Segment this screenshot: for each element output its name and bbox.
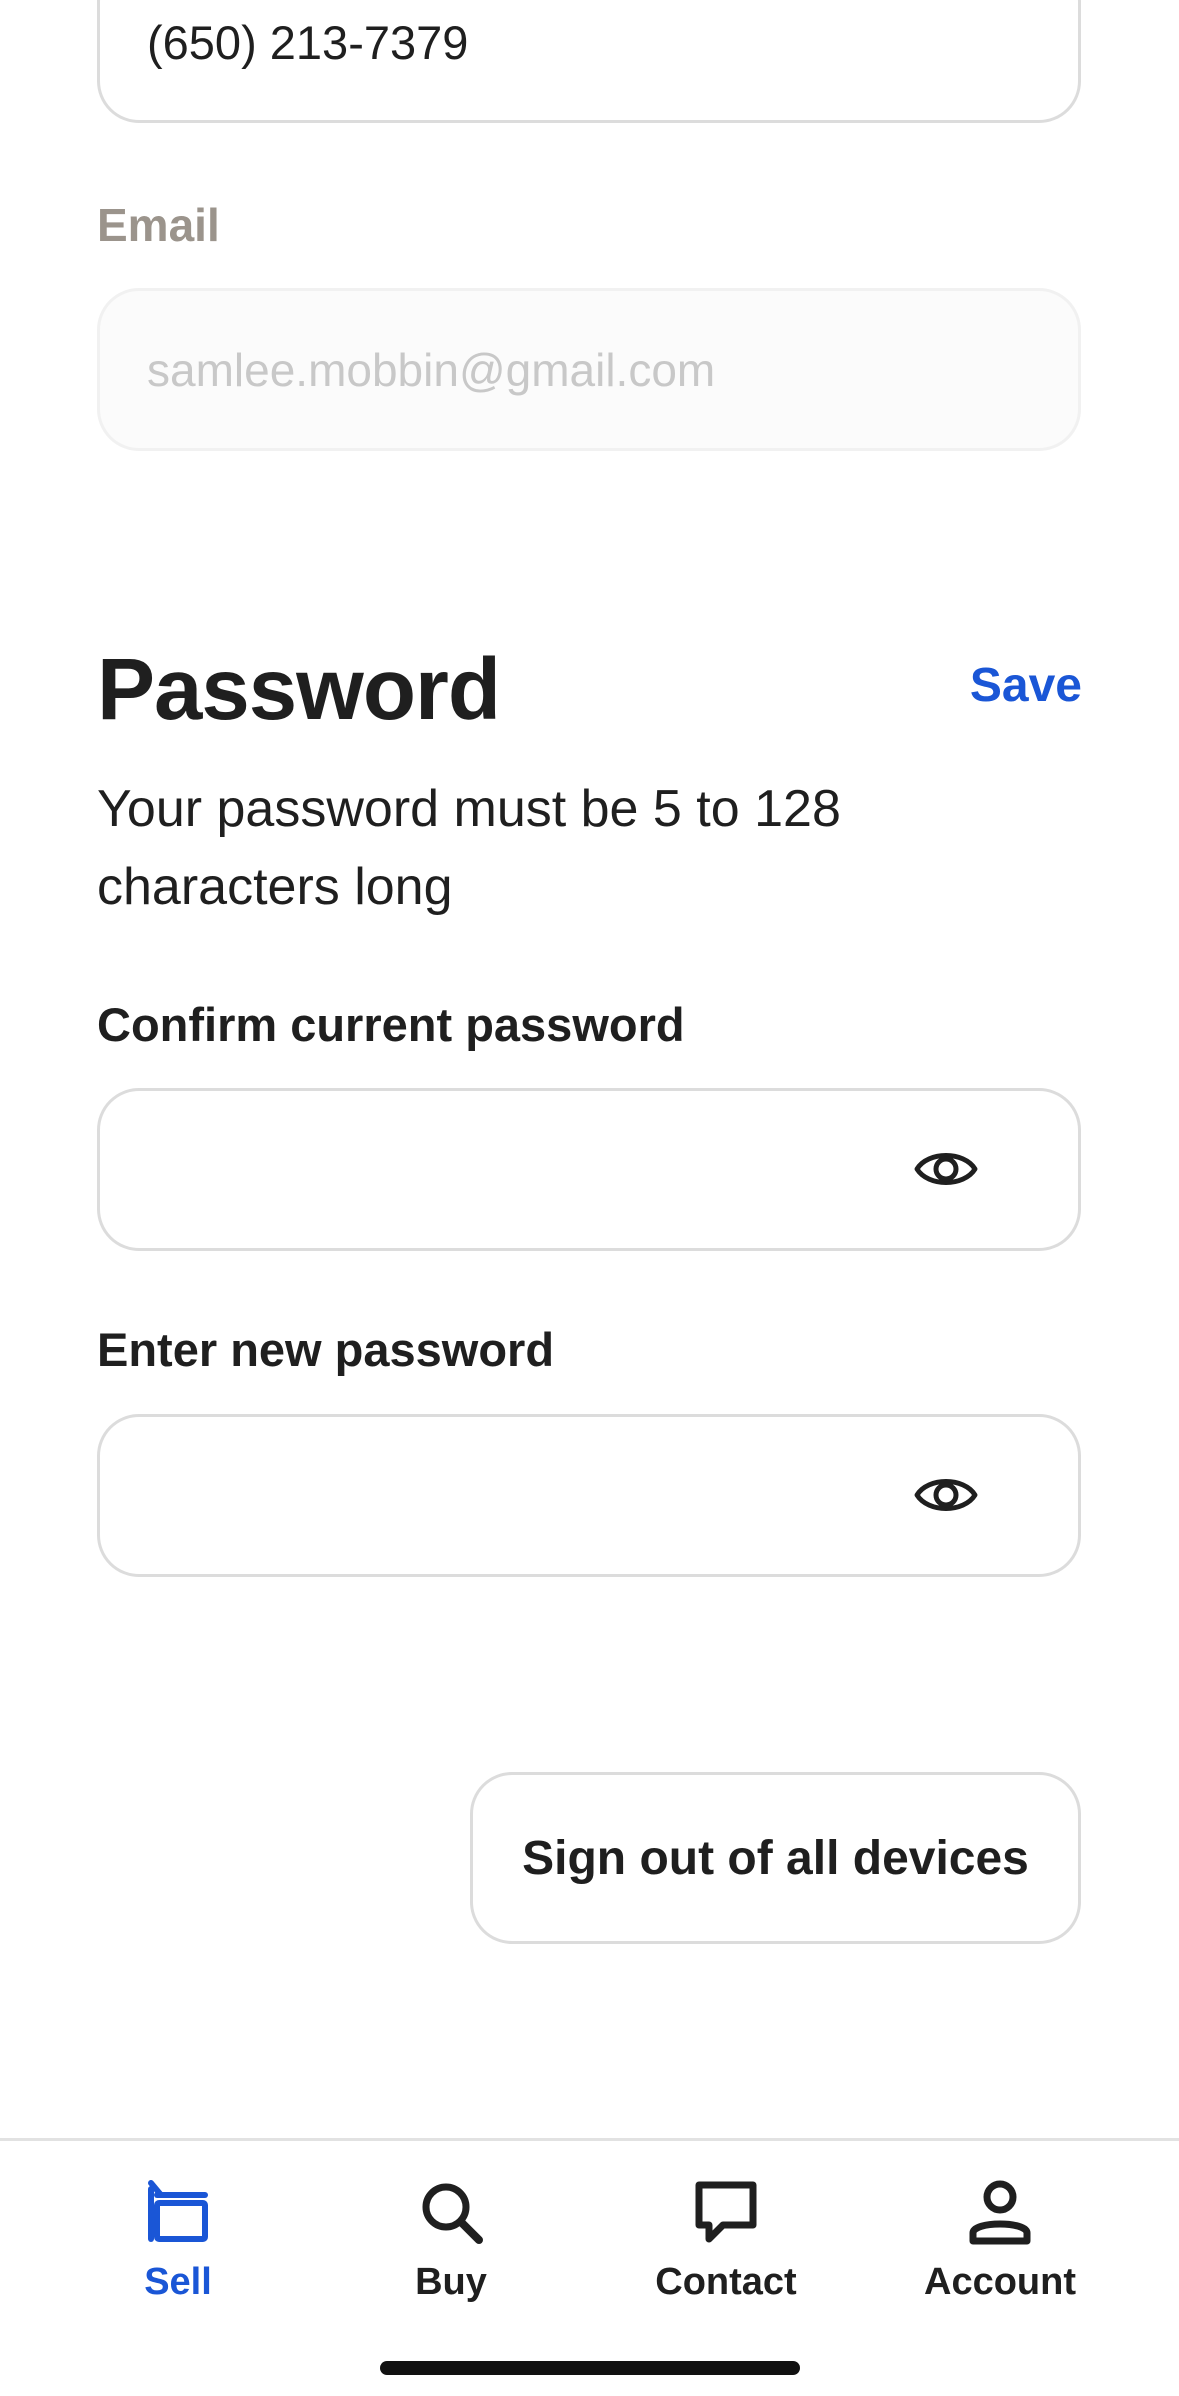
sell-icon: [148, 2180, 208, 2242]
email-field[interactable]: [97, 288, 1081, 451]
chat-bubble-icon: [695, 2181, 757, 2243]
email-label: Email: [97, 199, 220, 251]
confirm-password-label: Confirm current password: [97, 998, 685, 1051]
new-password-field[interactable]: [97, 1414, 1081, 1577]
tab-account[interactable]: Account: [900, 2141, 1100, 2341]
eye-icon[interactable]: [914, 1467, 978, 1523]
new-password-input[interactable]: [147, 1417, 927, 1574]
confirm-password-field[interactable]: [97, 1088, 1081, 1251]
eye-icon[interactable]: [914, 1141, 978, 1197]
password-hint: Your password must be 5 to 128 character…: [97, 780, 841, 916]
tab-label: Account: [924, 2261, 1076, 2303]
tab-buy[interactable]: Buy: [351, 2141, 551, 2341]
save-button[interactable]: Save: [970, 658, 1082, 713]
person-icon: [969, 2180, 1031, 2245]
tab-sell[interactable]: Sell: [78, 2141, 278, 2341]
phone-value: (650) 213-7379: [147, 16, 469, 69]
tab-contact[interactable]: Contact: [626, 2141, 826, 2341]
phone-field[interactable]: (650) 213-7379: [97, 0, 1081, 123]
home-indicator: [380, 2361, 800, 2375]
email-input[interactable]: [147, 291, 1027, 448]
new-password-label: Enter new password: [97, 1323, 555, 1376]
bottom-tab-bar: Sell Buy Contact Account: [0, 2138, 1179, 2396]
search-icon: [422, 2183, 483, 2244]
tab-label: Buy: [415, 2261, 487, 2303]
password-section-title: Password: [97, 641, 501, 738]
confirm-password-input[interactable]: [147, 1091, 927, 1248]
tab-label: Sell: [144, 2261, 212, 2303]
sign-out-all-devices-button[interactable]: Sign out of all devices: [470, 1772, 1081, 1944]
tab-label: Contact: [655, 2261, 797, 2303]
